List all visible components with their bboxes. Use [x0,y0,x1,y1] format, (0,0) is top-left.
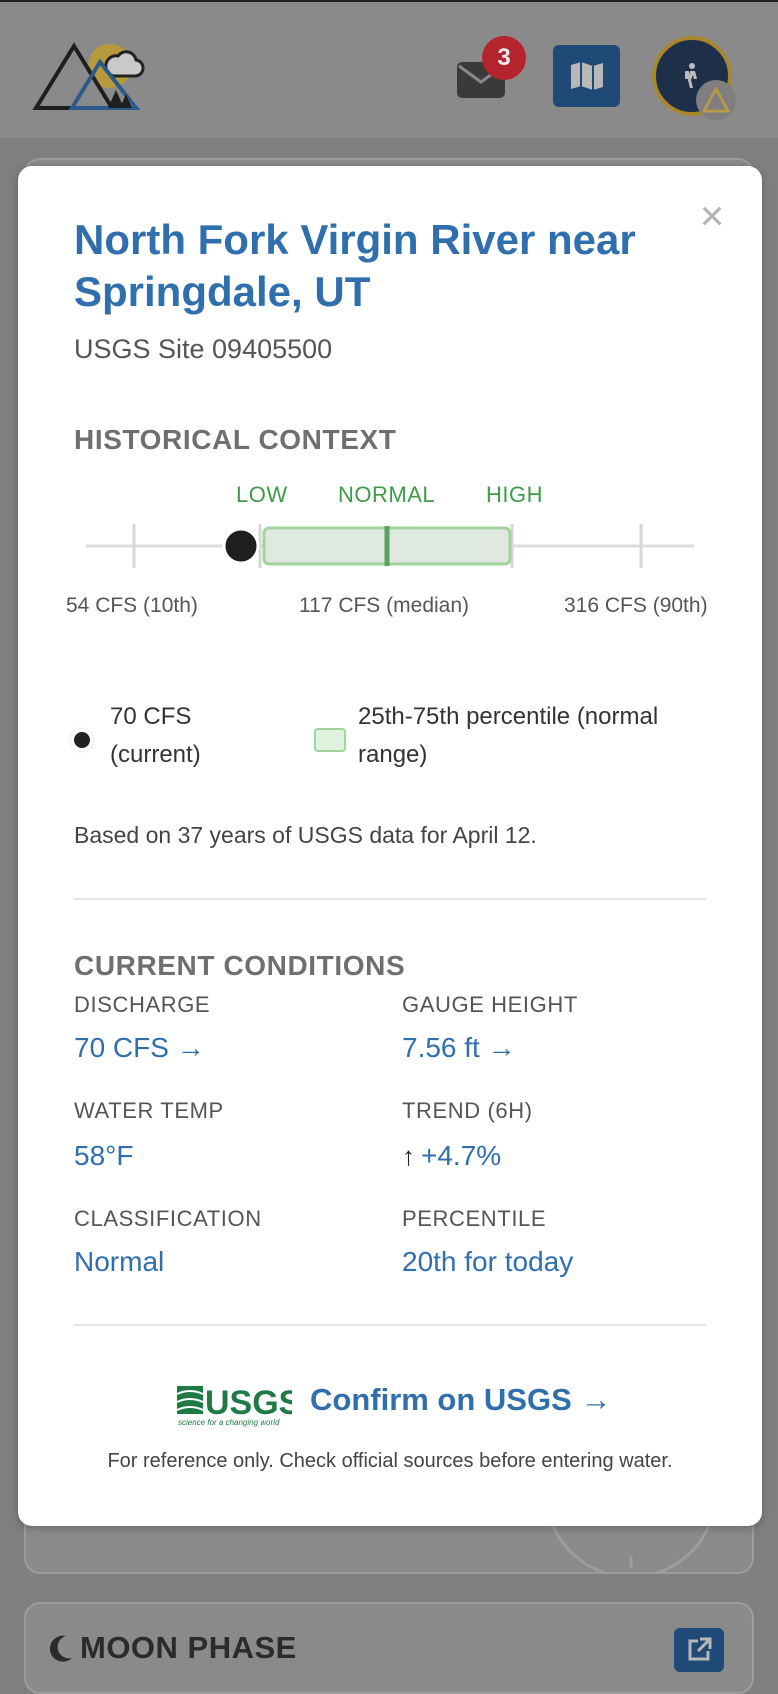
site-id: USGS Site 09405500 [74,334,333,364]
gauge-height-label: GAUGE HEIGHT [402,992,578,1017]
mail-count-badge: 3 [482,36,526,80]
historical-context-heading: HISTORICAL CONTEXT [74,424,397,455]
legend-current-dot [74,732,90,748]
high-label: HIGH [486,482,543,507]
moon-icon [50,1635,72,1662]
water-temp-label: WATER TEMP [74,1098,224,1123]
low-label: LOW [236,482,288,507]
warning-icon [702,87,730,113]
river-detail-modal: × North Fork Virgin River near Springdal… [18,166,762,1526]
map-button[interactable] [553,45,620,107]
trend-value: ↑ +4.7% [402,1140,501,1172]
moon-phase-card: MOON PHASE [24,1602,754,1694]
divider [74,898,706,900]
avatar-alert [696,80,736,120]
normal-label: NORMAL [338,482,436,507]
trend-percent: +4.7% [421,1140,502,1171]
classification-label: CLASSIFICATION [74,1206,262,1231]
divider [74,1324,706,1326]
legend-normal-range: 25th-75th percentile (normal range) [358,703,659,768]
p90-label: 316 CFS (90th) [564,594,708,617]
gauge-height-link[interactable]: 7.56 ft → [402,1032,516,1064]
discharge-link[interactable]: 70 CFS → [74,1032,205,1064]
top-nav-bar: 3 [0,0,778,138]
disclaimer-text: For reference only. Check official sourc… [107,1450,673,1472]
historical-range-scale [86,524,694,568]
map-icon [570,62,603,90]
trend-up-arrow-icon: ↑ [402,1141,415,1171]
legend-current: 70 CFS (current) [110,703,201,768]
percentile-label: PERCENTILE [402,1206,547,1231]
current-conditions-heading: CURRENT CONDITIONS [74,950,406,981]
classification-value: Normal [74,1246,165,1277]
historical-note: Based on 37 years of USGS data for April… [74,822,537,848]
external-link-icon [688,1637,712,1661]
p10-label: 54 CFS (10th) [66,594,198,617]
close-button[interactable]: × [690,195,734,240]
confirm-on-usgs-link[interactable]: Confirm on USGS → [310,1382,611,1418]
usgs-tagline: science for a changing world [178,1418,280,1427]
water-temp-value: 58°F [74,1140,134,1171]
usgs-logo[interactable]: USGS science for a changing world [176,1382,292,1428]
moon-external-link-button[interactable] [674,1628,724,1672]
median-label: 117 CFS (median) [299,594,470,617]
usgs-logo-text: USGS [205,1384,292,1422]
brand-mountain-logo[interactable] [32,38,152,114]
percentile-value: 20th for today [402,1246,574,1277]
current-flow-marker [222,527,260,565]
legend-normal-swatch [314,728,346,752]
modal-title: North Fork Virgin River near Springdale,… [74,216,636,315]
discharge-label: DISCHARGE [74,992,211,1017]
trend-label: TREND (6H) [402,1098,533,1123]
moon-phase-title: MOON PHASE [50,1630,297,1666]
